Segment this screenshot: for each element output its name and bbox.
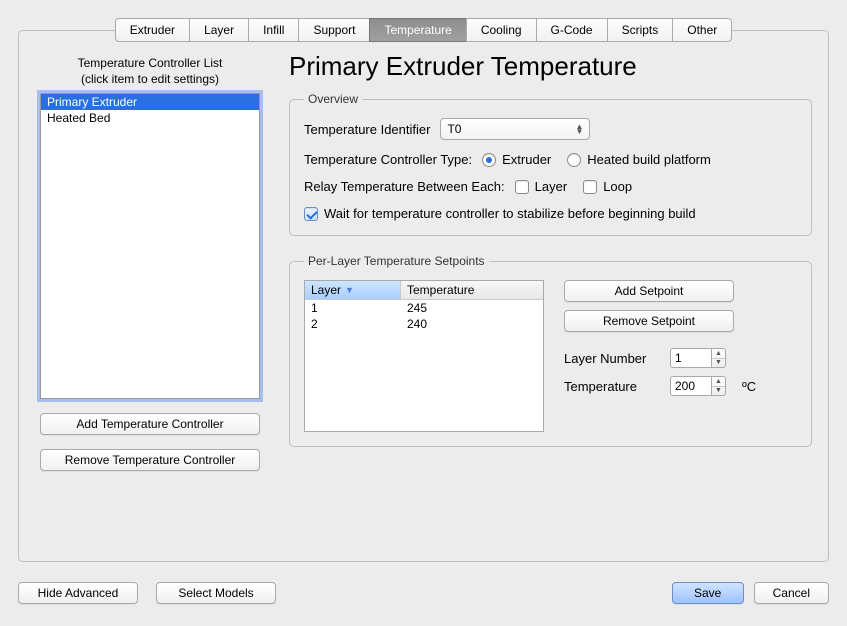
stepper-icon[interactable]: ▲▼: [712, 376, 726, 396]
tabbar: ExtruderLayerInfillSupportTemperatureCoo…: [0, 0, 847, 42]
cell-temperature: 245: [401, 300, 543, 316]
tab-extruder[interactable]: Extruder: [115, 18, 190, 42]
controller-list-column: Temperature Controller List (click item …: [35, 55, 265, 545]
list-item[interactable]: Primary Extruder: [41, 94, 259, 110]
radio-icon: [482, 153, 496, 167]
setpoint-table[interactable]: Layer ▼ Temperature 12452240: [304, 280, 544, 432]
controller-list-header: Temperature Controller List (click item …: [78, 55, 223, 87]
temperature-spinbox[interactable]: ▲▼: [670, 376, 726, 396]
identifier-label: Temperature Identifier: [304, 122, 430, 137]
tab-infill[interactable]: Infill: [248, 18, 299, 42]
setpoint-controls: Add Setpoint Remove Setpoint Layer Numbe…: [564, 280, 797, 432]
cell-temperature: 240: [401, 316, 543, 332]
overview-legend: Overview: [304, 92, 362, 106]
remove-controller-button[interactable]: Remove Temperature Controller: [40, 449, 260, 471]
tab-support[interactable]: Support: [298, 18, 370, 42]
relay-label: Relay Temperature Between Each:: [304, 179, 505, 194]
layer-number-label: Layer Number: [564, 351, 660, 366]
add-controller-button[interactable]: Add Temperature Controller: [40, 413, 260, 435]
radio-icon: [567, 153, 581, 167]
add-setpoint-button[interactable]: Add Setpoint: [564, 280, 734, 302]
identifier-value: T0: [447, 122, 461, 136]
temperature-label: Temperature: [564, 379, 660, 394]
select-models-button[interactable]: Select Models: [156, 582, 276, 604]
cancel-button[interactable]: Cancel: [754, 582, 829, 604]
relay-layer-checkbox[interactable]: Layer: [515, 179, 568, 194]
list-item[interactable]: Heated Bed: [41, 110, 259, 126]
column-header-temperature[interactable]: Temperature: [401, 281, 543, 299]
overview-group: Overview Temperature Identifier T0 ▲▼ Te…: [289, 92, 812, 236]
checkbox-icon: [583, 180, 597, 194]
hide-advanced-button[interactable]: Hide Advanced: [18, 582, 138, 604]
combo-arrows-icon: ▲▼: [576, 124, 584, 134]
controller-details: Primary Extruder Temperature Overview Te…: [289, 55, 812, 545]
stepper-icon[interactable]: ▲▼: [712, 348, 726, 368]
controller-listbox[interactable]: Primary ExtruderHeated Bed: [40, 93, 260, 399]
settings-panel: Temperature Controller List (click item …: [18, 30, 829, 562]
remove-setpoint-button[interactable]: Remove Setpoint: [564, 310, 734, 332]
layer-number-spinbox[interactable]: ▲▼: [670, 348, 726, 368]
table-row[interactable]: 2240: [305, 316, 543, 332]
cell-layer: 2: [305, 316, 401, 332]
table-row[interactable]: 1245: [305, 300, 543, 316]
per-layer-group: Per-Layer Temperature Setpoints Layer ▼ …: [289, 254, 812, 447]
per-layer-legend: Per-Layer Temperature Setpoints: [304, 254, 489, 268]
type-radio-heated-bed[interactable]: Heated build platform: [567, 152, 711, 167]
tab-temperature[interactable]: Temperature: [369, 18, 466, 42]
tab-cooling[interactable]: Cooling: [466, 18, 537, 42]
cell-layer: 1: [305, 300, 401, 316]
layer-number-input[interactable]: [670, 348, 712, 368]
checkbox-icon: [304, 207, 318, 221]
type-label: Temperature Controller Type:: [304, 152, 472, 167]
sort-desc-icon: ▼: [345, 285, 354, 295]
relay-loop-checkbox[interactable]: Loop: [583, 179, 632, 194]
column-header-layer[interactable]: Layer ▼: [305, 281, 401, 299]
page-title: Primary Extruder Temperature: [289, 51, 812, 82]
tab-g-code[interactable]: G-Code: [536, 18, 608, 42]
temperature-unit: ºC: [742, 379, 756, 394]
tab-other[interactable]: Other: [672, 18, 732, 42]
identifier-combo[interactable]: T0 ▲▼: [440, 118, 590, 140]
setpoint-table-header: Layer ▼ Temperature: [305, 281, 543, 300]
wait-checkbox[interactable]: Wait for temperature controller to stabi…: [304, 206, 696, 221]
tab-scripts[interactable]: Scripts: [607, 18, 674, 42]
temperature-input[interactable]: [670, 376, 712, 396]
footer: Hide Advanced Select Models Save Cancel: [18, 578, 829, 608]
save-button[interactable]: Save: [672, 582, 744, 604]
checkbox-icon: [515, 180, 529, 194]
type-radio-extruder[interactable]: Extruder: [482, 152, 551, 167]
tab-layer[interactable]: Layer: [189, 18, 249, 42]
